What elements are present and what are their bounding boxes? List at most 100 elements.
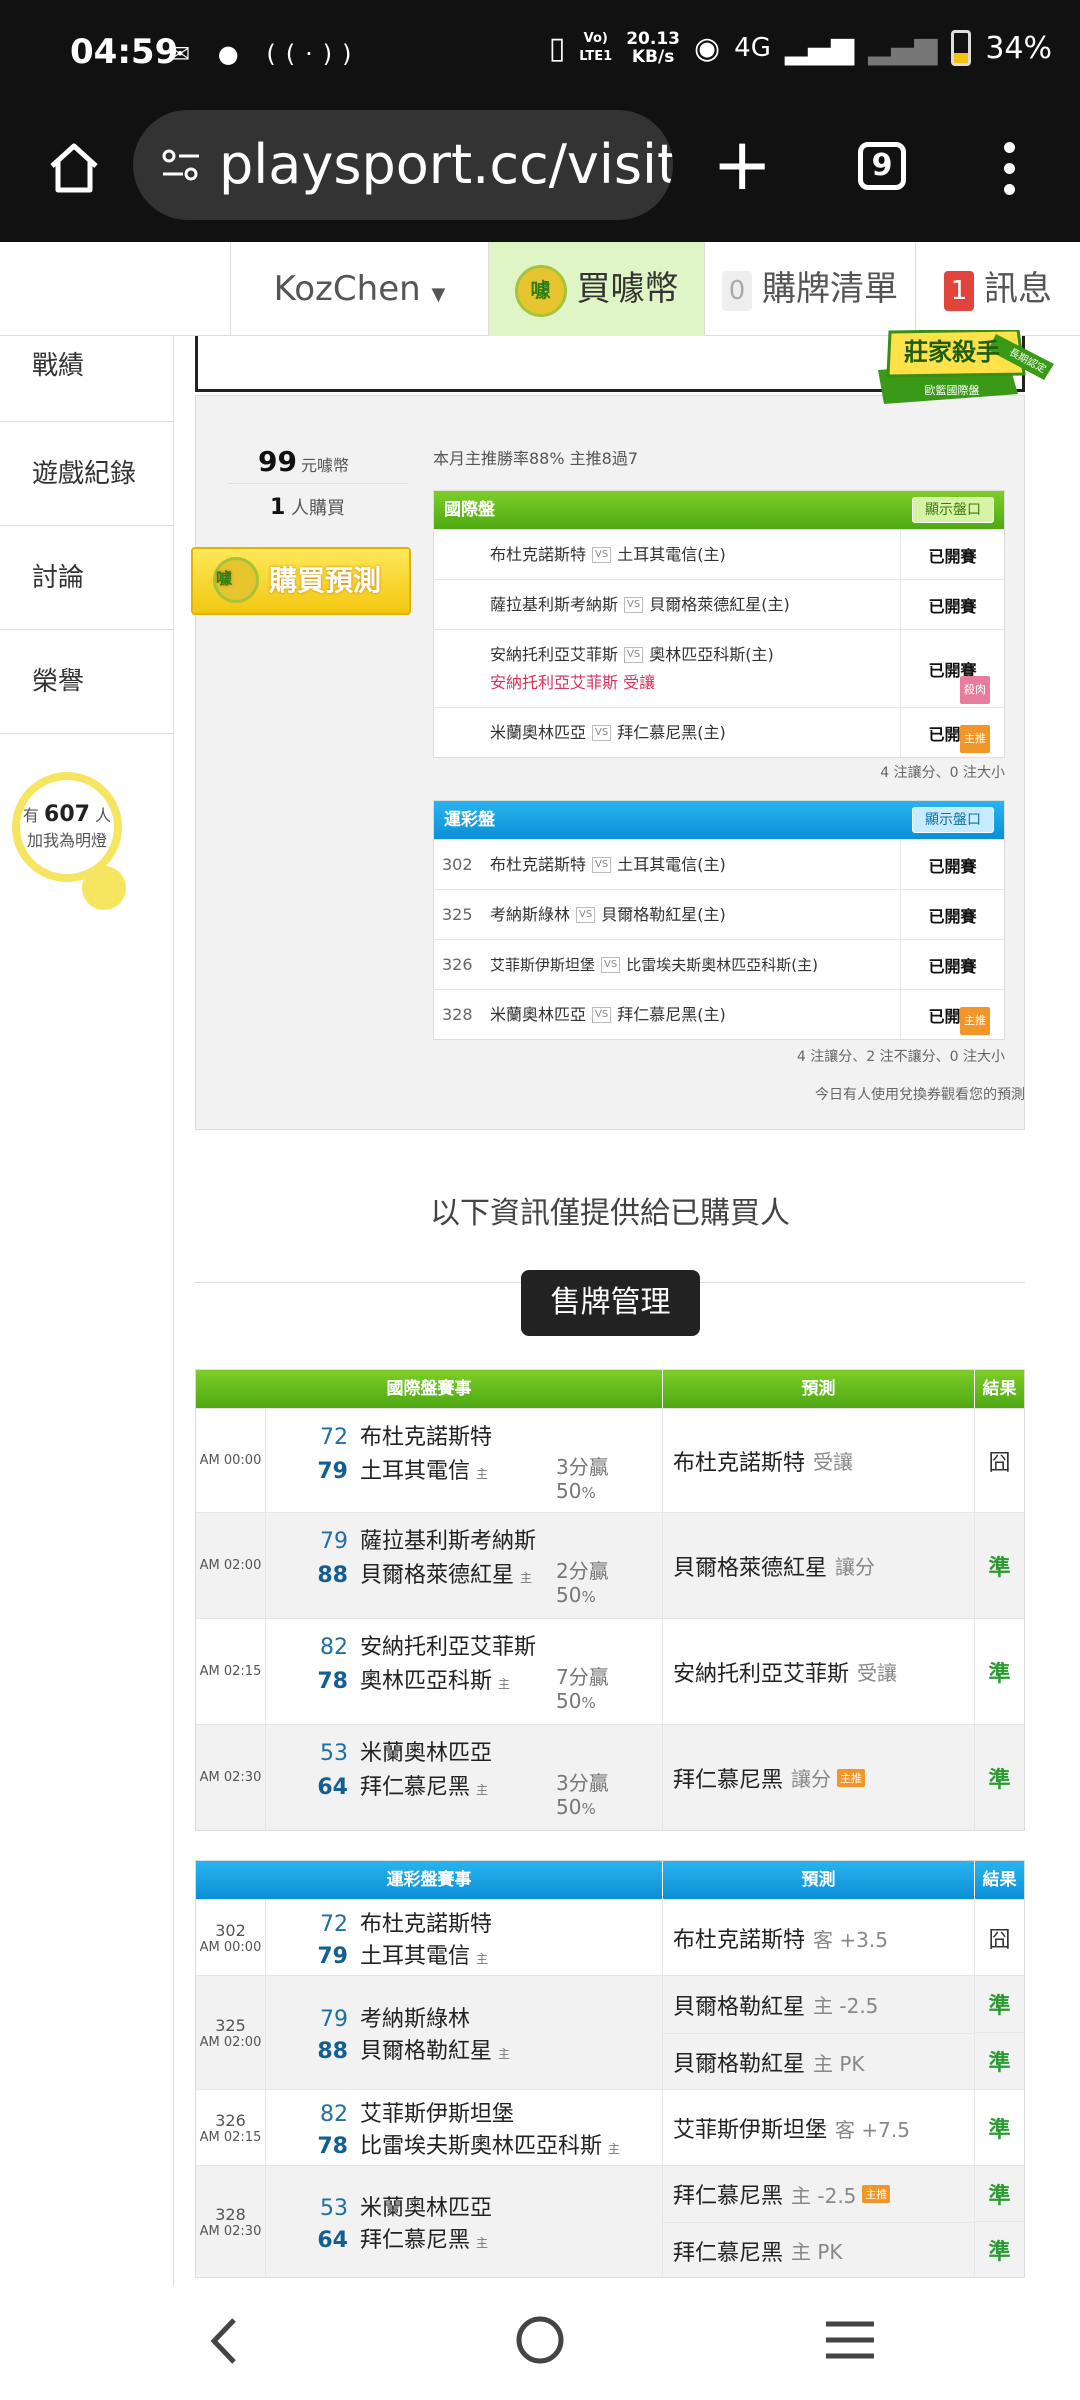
result-row: AM 02:30 53 米蘭奧林匹亞 64 拜仁慕尼黑主 3分贏 50% 拜仁慕尼黑 讓分 主推準	[196, 1724, 1024, 1830]
result: 囧	[988, 1927, 1011, 1953]
tab-switcher-button[interactable]: 9	[858, 142, 906, 190]
more-menu-icon[interactable]	[1004, 142, 1016, 205]
cart-count: 0	[722, 270, 752, 311]
match-time: 325 AM 02:00	[196, 1976, 266, 2089]
home-icon[interactable]	[44, 138, 104, 198]
voucher-note: 今日有人使用兌換券觀看您的預測	[815, 1087, 1025, 1103]
coin-icon: 噱	[213, 557, 259, 603]
mail-icon: ✉	[170, 40, 201, 68]
system-nav-bar	[0, 2286, 1080, 2400]
main-pick-tag: 主推	[960, 1007, 990, 1035]
international-results-header: 國際盤賽事 預測 結果	[196, 1370, 1024, 1408]
match-score: 79 薩拉基利斯考納斯 88 貝爾格萊德紅星主 2分贏 50%	[266, 1513, 663, 1618]
wifi-calling-icon: ◉	[693, 30, 721, 66]
buy-coins-label: 買噱幣	[576, 269, 679, 309]
network-speed: 20.13 KB/s	[626, 29, 680, 67]
match-score: 53 米蘭奧林匹亞 64 拜仁慕尼黑主 3分贏 50%	[266, 1725, 663, 1830]
browser-toolbar: playsport.cc/visit + 9	[0, 110, 1080, 242]
banker-killer-badge: 莊家殺手 歐籃國際盤 長期認定	[878, 330, 1054, 404]
prediction: 布杜克諾斯特客 +3.5	[673, 1927, 888, 1954]
tag-badge: 殺肉	[960, 676, 990, 704]
message-count: 1	[944, 270, 974, 311]
show-odds-button[interactable]: 顯示盤口	[912, 807, 994, 833]
international-header: 國際盤 顯示盤口	[434, 491, 1004, 529]
lottery-header: 運彩盤 顯示盤口	[434, 801, 1004, 839]
show-odds-button[interactable]: 顯示盤口	[912, 497, 994, 523]
buy-prediction-button[interactable]: 噱購買預測	[191, 547, 411, 615]
fans-count: 607	[44, 802, 90, 827]
main-pick-tag: 主推	[862, 2185, 891, 2203]
main-pick-tag: 主推	[837, 1768, 866, 1787]
buy-coins-button[interactable]: 噱買噱幣	[488, 242, 704, 336]
vibrate-icon: ▯	[548, 30, 566, 66]
messages-button[interactable]: 1 訊息	[915, 242, 1080, 336]
sidebar: 戰績 遊戲紀錄 討論 榮譽 有 607 人 加我為明燈	[0, 336, 174, 2286]
main-pick-tag: 主推	[960, 725, 990, 753]
match-row: 薩拉基利斯考納斯 VS 貝爾格萊德紅星(主) 已開賽	[434, 579, 1004, 629]
match-row: 325 考納斯綠林 VS 貝爾格勒紅星(主) 已開賽	[434, 889, 1004, 939]
result-row: 325 AM 02:00 79 考納斯綠林 88 貝爾格勒紅星主貝爾格勒紅星主 -2.5 貝…	[196, 1975, 1024, 2089]
match-row: 安納托利亞艾菲斯 VS 奧林匹亞科斯(主) 安納托利亞艾菲斯 受讓 殺肉 已開賽	[434, 629, 1004, 707]
result-row: AM 02:00 79 薩拉基利斯考納斯 88 貝爾格萊德紅星主 2分贏 50% 貝爾格萊德紅…	[196, 1512, 1024, 1618]
prediction: 安納托利亞艾菲斯 受讓	[673, 1661, 898, 1687]
prediction: 拜仁慕尼黑 讓分 主推	[663, 1725, 974, 1830]
network-type: 4G	[734, 33, 771, 63]
result: 準	[988, 2117, 1011, 2143]
monthly-stats: 本月主推勝率88% 主推8過7	[433, 449, 639, 468]
fans-lightbulb[interactable]: 有 607 人 加我為明燈	[12, 772, 122, 882]
home-nav-icon[interactable]	[514, 2314, 566, 2366]
result: 準	[988, 1661, 1011, 1687]
result: 準	[988, 1994, 1011, 2019]
cart-button[interactable]: 0 購牌清單	[704, 242, 915, 336]
result: 準	[988, 1555, 1011, 1581]
match-time: AM 02:30	[196, 1725, 266, 1830]
site-settings-icon[interactable]	[161, 148, 201, 182]
svg-text:歐籃國際盤: 歐籃國際盤	[925, 383, 980, 397]
recent-apps-icon[interactable]	[824, 2318, 876, 2362]
coin-icon: 噱	[514, 264, 567, 317]
match-row: 布杜克諾斯特 VS 土耳其電信(主) 已開賽	[434, 529, 1004, 579]
url-field[interactable]: playsport.cc/visit	[133, 110, 673, 220]
result-row: AM 00:00 72 布杜克諾斯特 79 土耳其電信主 3分贏 50% 布杜克諾斯特 受讓 囧	[196, 1408, 1024, 1512]
match-time: 328 AM 02:30	[196, 2166, 266, 2277]
result: 準	[988, 2183, 1011, 2209]
prediction: 拜仁慕尼黑主 PK	[663, 2222, 974, 2278]
price: 99 元噱幣	[258, 445, 349, 478]
result: 準	[975, 2032, 1024, 2089]
prediction: 拜仁慕尼黑主 -2.5 主推	[663, 2166, 974, 2222]
result: 準	[975, 2221, 1024, 2277]
messages-label: 訊息	[984, 269, 1052, 309]
fans-sub: 加我為明燈	[26, 831, 107, 850]
international-results-table: 國際盤賽事 預測 結果 AM 00:00 72 布杜克諾斯特 79 土耳其電信主 3分贏 50%…	[195, 1369, 1025, 1831]
result-row: 302 AM 00:00 72 布杜克諾斯特 79 土耳其電信主布杜克諾斯特客 +3.5 囧	[196, 1899, 1024, 1975]
sidebar-item-discussion[interactable]: 討論	[0, 526, 173, 630]
user-menu[interactable]: KozChen ▼	[230, 242, 488, 336]
buyers-only-text: 以下資訊僅提供給已購買人	[430, 1196, 790, 1231]
prediction: 艾菲斯伊斯坦堡客 +7.5	[673, 2117, 910, 2144]
match-row: 328 米蘭奧林匹亞 VS 拜仁慕尼黑(主) 主推 已開賽	[434, 989, 1004, 1039]
prediction: 布杜克諾斯特 受讓	[673, 1450, 854, 1476]
sidebar-item-honor[interactable]: 榮譽	[0, 630, 173, 734]
match-time: 302 AM 00:00	[196, 1900, 266, 1975]
status-bar: 04:59 ✉ ● ((·)) ▯ Vo) LTE1 20.13 KB/s ◉ 4…	[0, 0, 1080, 110]
match-score: 72 布杜克諾斯特 79 土耳其電信主	[266, 1900, 663, 1975]
caret-down-icon: ▼	[431, 284, 446, 305]
match-score: 82 安納托利亞艾菲斯 78 奧林匹亞科斯主 7分贏 50%	[266, 1619, 663, 1724]
back-icon[interactable]	[204, 2316, 244, 2366]
lottery-results-table: 運彩盤賽事 預測 結果 302 AM 00:00 72 布杜克諾斯特 79 土耳其電信主布杜克…	[195, 1860, 1025, 2278]
prediction: 貝爾格勒紅星主 PK	[663, 2033, 974, 2090]
sidebar-item-game-log[interactable]: 遊戲紀錄	[0, 422, 173, 526]
match-score: 53 米蘭奧林匹亞 64 拜仁慕尼黑主	[266, 2166, 663, 2277]
match-time: 326 AM 02:15	[196, 2090, 266, 2165]
new-tab-button[interactable]: +	[712, 128, 772, 200]
buyer-count: 1 人購買	[270, 495, 346, 520]
line-icon: ●	[217, 40, 249, 68]
cart-label: 購牌清單	[762, 269, 898, 309]
url-text: playsport.cc/visit	[219, 133, 673, 196]
sidebar-item-record[interactable]: 戰績	[0, 336, 173, 422]
match-score: 79 考納斯綠林 88 貝爾格勒紅星主	[266, 1976, 663, 2089]
clock: 04:59	[70, 32, 179, 72]
sales-management-button[interactable]: 售牌管理	[521, 1270, 700, 1336]
battery-icon	[951, 30, 972, 66]
signal-icon: ▂▄▆	[784, 30, 855, 66]
